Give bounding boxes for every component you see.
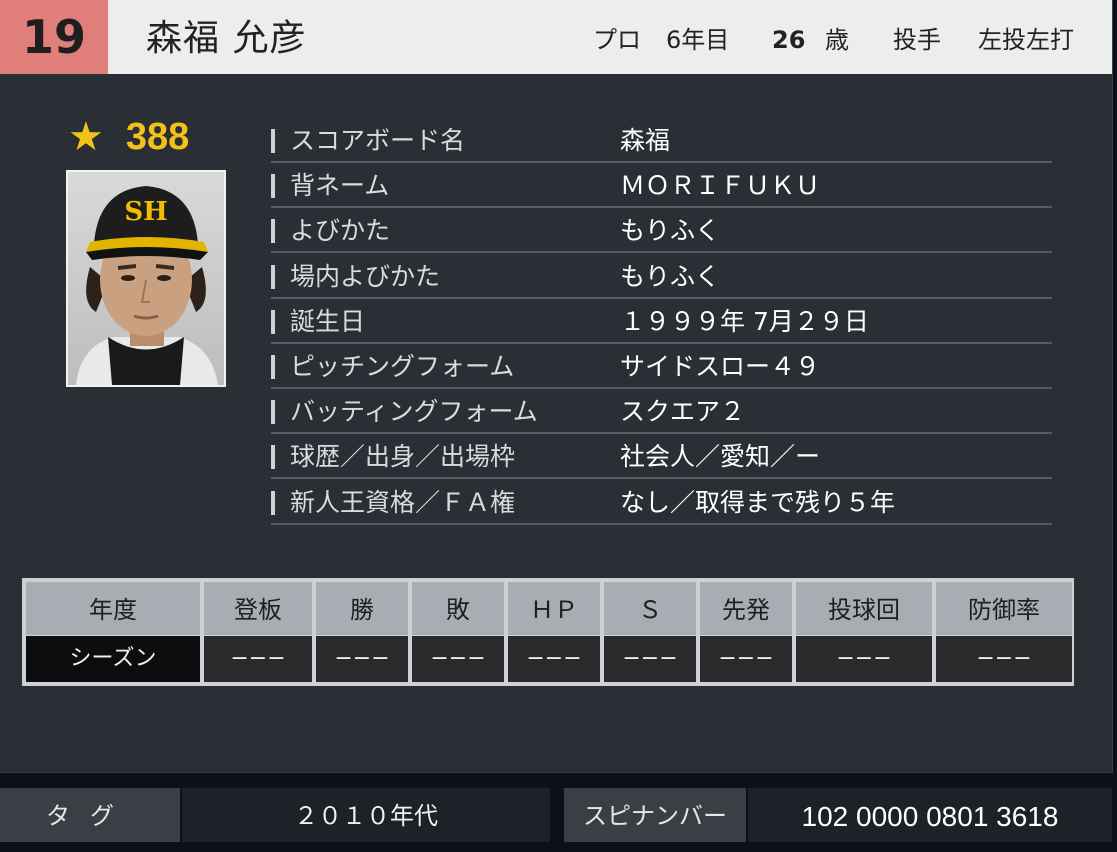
stats-season-label: シーズン <box>26 636 200 682</box>
profile-row: ピッチングフォーム サイドスロー４９ <box>271 344 1052 389</box>
player-header: 19 森福 允彦 プロ 6年目 26 歳 投手 左投左打 <box>0 0 1112 74</box>
player-portrait: SH <box>66 170 226 387</box>
stats-header-cell: Ｓ <box>604 582 696 635</box>
tag-value: ２０１０年代 <box>182 788 550 842</box>
profile-value: 社会人／愛知／ー <box>620 442 821 472</box>
profile-label: よびかた <box>290 216 391 246</box>
profile-row: 背ネーム ＭＯＲＩＦＵＫＵ <box>271 163 1052 209</box>
handedness: 左投左打 <box>978 26 1074 54</box>
stats-cell: −−− <box>796 636 932 682</box>
stats-header-row: 年度 登板勝敗 ＨＰ Ｓ 先発 投球回 防御率 <box>26 582 1076 635</box>
profile-row: バッティングフォーム スクエア２ <box>271 389 1052 435</box>
stats-cell: −−− <box>412 636 504 682</box>
profile-label: ピッチングフォーム <box>290 351 515 381</box>
stats-cell: −−− <box>604 636 696 682</box>
stats-header-cell: 投球回 <box>796 582 932 635</box>
age-value: 26 <box>772 26 806 54</box>
stats-header-cell: 登板 <box>204 582 312 635</box>
stats-season-row: シーズン −−− −−− −−− −−− −−− −−− −−− −−− <box>26 636 1076 682</box>
spin-number-label: スピナンバー <box>564 788 746 842</box>
profile-value: スクエア２ <box>620 397 746 427</box>
profile-label: バッティングフォーム <box>290 397 538 427</box>
stats-cell: −−− <box>700 636 792 682</box>
stats-header-cell: 年度 <box>26 582 200 635</box>
star-icon: ★ <box>68 114 104 160</box>
stats-cell: −−− <box>508 636 600 682</box>
profile-row: よびかた もりふく <box>271 208 1052 254</box>
profile-label: 新人王資格／ＦＡ権 <box>290 487 516 517</box>
rating-score: 388 <box>125 115 190 158</box>
spin-number-value: 102 0000 0801 3618 <box>748 788 1112 842</box>
profile-value: なし／取得まで残り５年 <box>620 487 896 517</box>
player-face-image: SH <box>68 172 224 385</box>
stats-header-cell: 先発 <box>700 582 792 635</box>
position: 投手 <box>893 26 941 54</box>
pro-label: プロ <box>593 26 641 54</box>
profile-row: 誕生日 １９９９年 7月２９日 <box>271 299 1052 344</box>
profile-label: 背ネーム <box>290 171 390 201</box>
stats-header-cell: ＨＰ <box>508 582 600 635</box>
profile-value: 森福 <box>620 126 671 155</box>
stats-cell: −−− <box>316 636 408 682</box>
profile-value: ＭＯＲＩＦＵＫＵ <box>620 171 821 201</box>
season-stats-table: 年度 登板勝敗 ＨＰ Ｓ 先発 投球回 防御率 シーズン −−− −−− −−− −−− −−− −−−… <box>22 578 1074 686</box>
profile-value: サイドスロー４９ <box>620 351 821 381</box>
profile-value: もりふく <box>620 216 721 246</box>
player-name: 森福 允彦 <box>146 18 307 59</box>
cap-logo: SH <box>124 197 167 227</box>
profile-table: スコアボード名 森福 背ネーム ＭＯＲＩＦＵＫＵ よびかた もりふく 場内よびかた もりふく誕… <box>271 118 1052 525</box>
profile-row: 球歴／出身／出場枠 社会人／愛知／ー <box>271 434 1052 480</box>
stats-header-cell: 勝 <box>316 582 408 635</box>
stats-cell: −−− <box>936 636 1072 682</box>
profile-label: 誕生日 <box>290 306 366 336</box>
uniform-number: 19 <box>0 0 108 74</box>
profile-value: １９９９年 7月２９日 <box>620 306 869 336</box>
pro-years: 6年目 <box>666 26 730 54</box>
profile-row: 場内よびかた もりふく <box>271 254 1052 299</box>
profile-label: スコアボード名 <box>290 126 466 155</box>
profile-value: もりふく <box>620 261 721 291</box>
profile-row: 新人王資格／ＦＡ権 なし／取得まで残り５年 <box>271 480 1052 525</box>
profile-label: 球歴／出身／出場枠 <box>290 442 516 472</box>
age-unit: 歳 <box>825 26 849 54</box>
profile-row: スコアボード名 森福 <box>271 118 1052 163</box>
stats-header-cell: 敗 <box>412 582 504 635</box>
stats-cell: −−− <box>204 636 312 682</box>
player-profile-panel: 19 森福 允彦 プロ 6年目 26 歳 投手 左投左打 ★ 388 SH スコ… <box>0 0 1113 773</box>
stats-header-cell: 防御率 <box>936 582 1072 635</box>
profile-label: 場内よびかた <box>290 261 441 291</box>
rating: ★ 388 <box>68 112 189 162</box>
tag-label: タグ <box>0 788 180 842</box>
